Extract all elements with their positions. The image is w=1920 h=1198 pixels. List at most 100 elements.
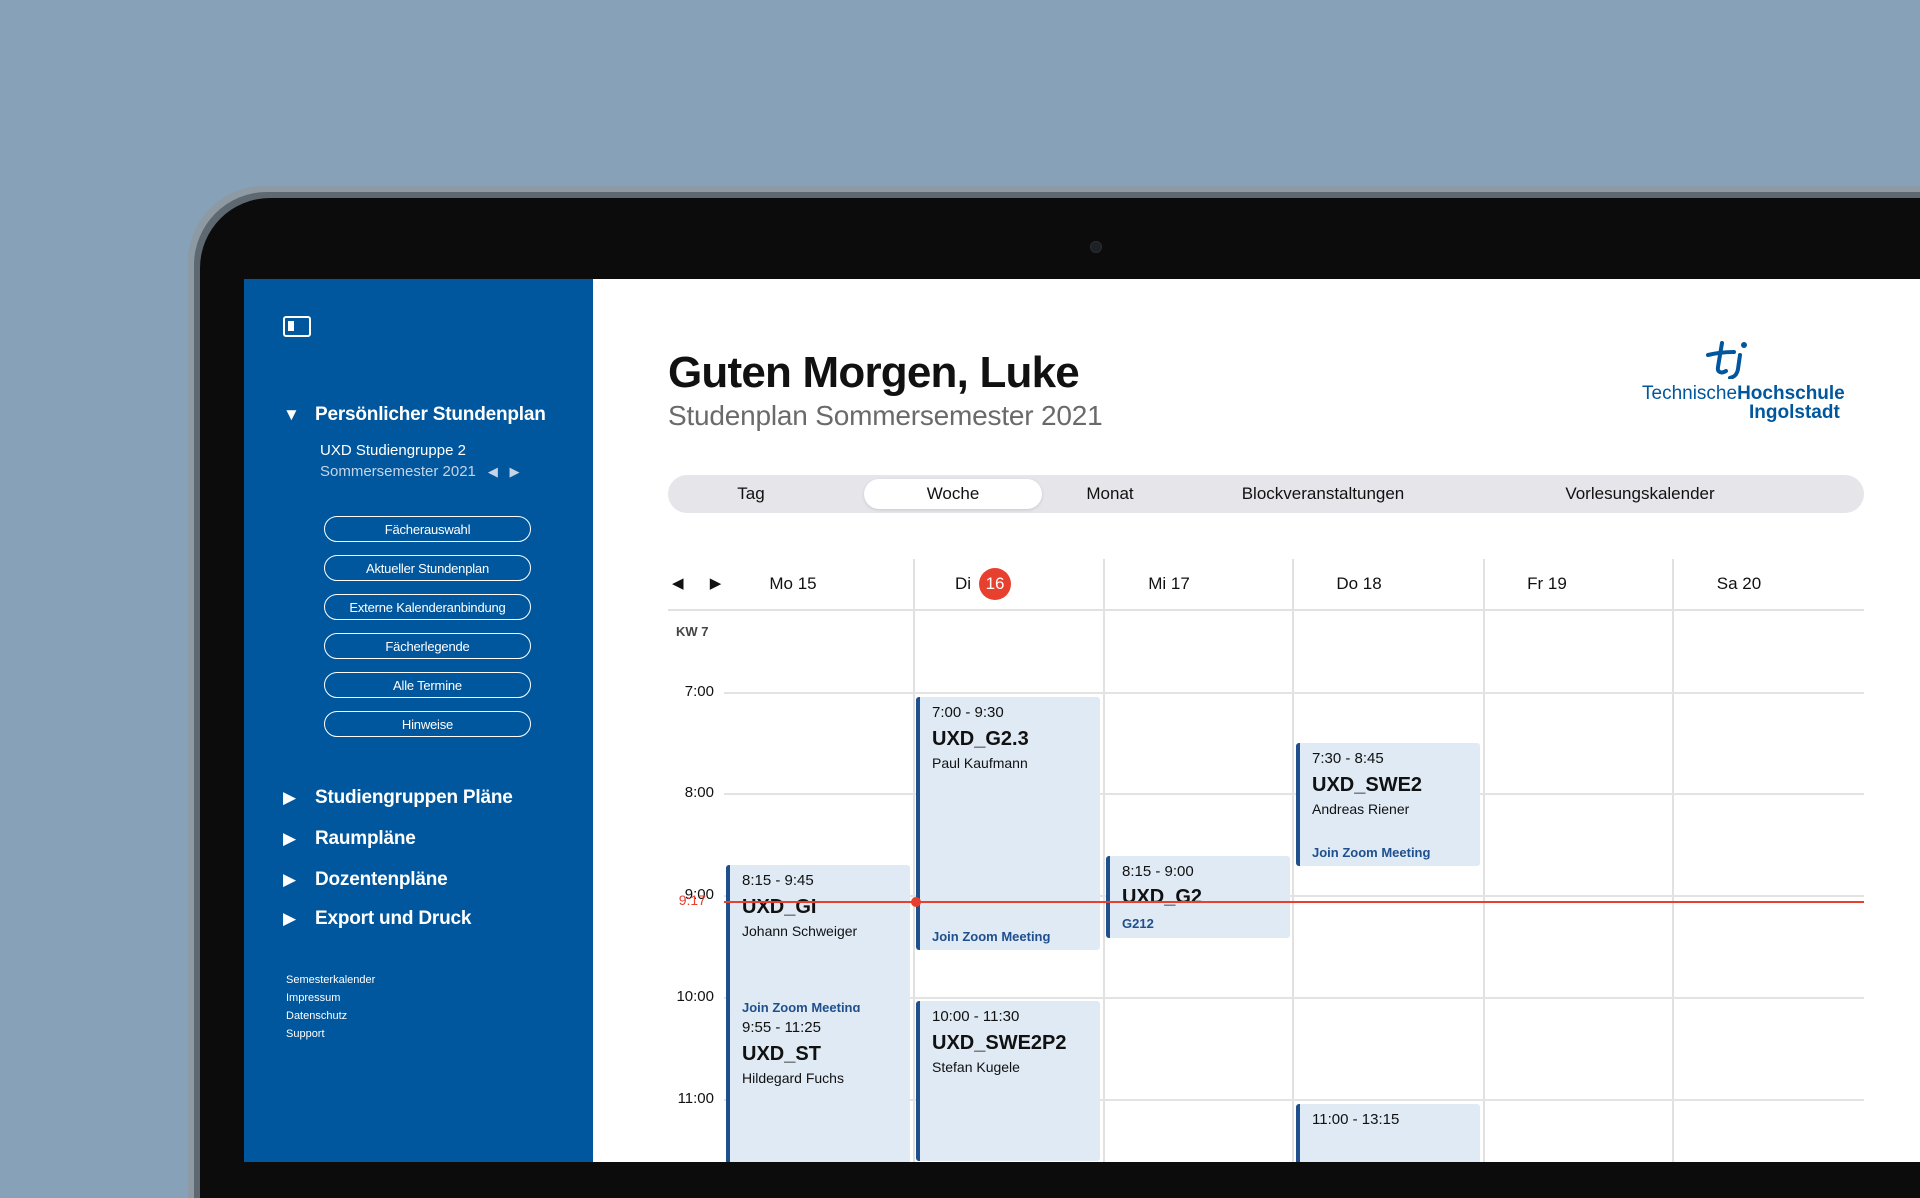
day-header-tue[interactable]: Di 16 <box>918 559 1048 609</box>
today-badge: 16 <box>979 568 1012 600</box>
tab-week[interactable]: Woche <box>864 479 1042 509</box>
semester-label: Sommersemester 2021 <box>320 463 476 480</box>
current-time-label: 9:17 <box>678 892 706 908</box>
event-lecturer: Hildegard Fuchs <box>742 1070 844 1086</box>
event-thursday-late[interactable]: 11:00 - 13:15 <box>1296 1104 1480 1162</box>
university-logo: TechnischeHochschule Ingolstadt <box>1642 339 1872 429</box>
hour-label: 10:00 <box>676 988 714 1005</box>
day-header-thu[interactable]: Do 18 <box>1294 559 1424 609</box>
tab-block-events[interactable]: Blockveranstaltungen <box>1223 475 1423 513</box>
logo-word-technische: Technische <box>1642 383 1738 404</box>
chevron-right-icon: ▶ <box>283 909 296 928</box>
logo-text-line1: TechnischeHochschule <box>1642 384 1845 403</box>
day-header-fri[interactable]: Fr 19 <box>1482 559 1612 609</box>
app-screen: ▼ Persönlicher Stundenplan UXD Studiengr… <box>244 279 1920 1162</box>
footer-links: Semesterkalender Impressum Datenschutz S… <box>286 971 375 1043</box>
event-uxd-g2[interactable]: 8:15 - 9:00 UXD_G2 G212 <box>1106 856 1290 938</box>
tab-day[interactable]: Tag <box>668 475 834 513</box>
event-uxd-swe2p2-2[interactable]: 10:00 - 11:30 UXD_SWE2P2 Stefan Kugele <box>916 1001 1100 1161</box>
semester-selector: Sommersemester 2021 ◀ ▶ <box>320 463 524 480</box>
chevron-right-icon: ▶ <box>283 829 296 848</box>
day-separator <box>1483 559 1485 1162</box>
event-title: UXD_G2 <box>1122 886 1203 908</box>
nav-export-print[interactable]: ▶ Export und Druck <box>283 908 471 930</box>
event-time: 7:00 - 9:30 <box>932 704 1004 721</box>
logo-word-hochschule: Hochschule <box>1737 383 1845 404</box>
nav-label: Studiengruppen Pläne <box>315 787 513 808</box>
event-lecturer: Stefan Kugele <box>932 1059 1020 1075</box>
tab-month[interactable]: Monat <box>1048 475 1172 513</box>
all-dates-button[interactable]: Alle Termine <box>324 672 531 698</box>
event-uxd-gi[interactable]: 8:15 - 9:45 UXD_GI Johann Schweiger Join… <box>726 865 910 1021</box>
thi-logo-icon <box>1706 341 1747 379</box>
chevron-right-icon: ▶ <box>283 788 296 807</box>
week-number: KW 7 <box>676 624 709 639</box>
week-nav-arrows-icon[interactable]: ◀ ▶ <box>672 574 732 592</box>
study-group-label: UXD Studiengruppe 2 <box>320 442 466 459</box>
event-time: 10:00 - 11:30 <box>932 1008 1020 1025</box>
event-time: 7:30 - 8:45 <box>1312 750 1384 767</box>
subject-legend-button[interactable]: Fächerlegende <box>324 633 531 659</box>
semester-arrows-icon[interactable]: ◀ ▶ <box>488 464 524 479</box>
page-subtitle: Studenplan Sommersemester 2021 <box>668 400 1103 431</box>
current-time-dot <box>911 897 921 907</box>
current-time-line <box>724 901 1864 903</box>
hour-label: 8:00 <box>684 784 714 801</box>
day-separator <box>913 559 915 1162</box>
tab-lecture-calendar[interactable]: Vorlesungskalender <box>1508 475 1772 513</box>
event-uxd-st-2[interactable]: 9:55 - 11:25 UXD_ST Hildegard Fuchs <box>726 1012 910 1162</box>
sidebar-toggle-icon[interactable] <box>283 316 311 337</box>
subject-selection-button[interactable]: Fächerauswahl <box>324 516 531 542</box>
day-header-sat[interactable]: Sa 20 <box>1674 559 1804 609</box>
join-zoom-link[interactable]: Join Zoom Meeting <box>932 929 1050 944</box>
day-separator <box>1672 559 1674 1162</box>
day-separator <box>1103 559 1105 1162</box>
sidebar: ▼ Persönlicher Stundenplan UXD Studiengr… <box>244 279 593 1162</box>
day-separator <box>1292 559 1294 1162</box>
event-title: UXD_SWE2 <box>1312 774 1423 796</box>
day-label: Di <box>954 574 972 593</box>
footer-link-imprint[interactable]: Impressum <box>286 989 375 1007</box>
footer-link-semester-calendar[interactable]: Semesterkalender <box>286 971 375 989</box>
event-title: UXD_G2.3 <box>932 728 1029 750</box>
notes-button[interactable]: Hinweise <box>324 711 531 737</box>
event-lecturer: Andreas Riener <box>1312 801 1410 817</box>
event-title: UXD_SWE2P2 <box>932 1032 1067 1054</box>
event-lecturer: Johann Schweiger <box>742 923 858 939</box>
page-title: Guten Morgen, Luke <box>668 348 1080 397</box>
current-schedule-button[interactable]: Aktueller Stundenplan <box>324 555 531 581</box>
event-uxd-g2-3[interactable]: 7:00 - 9:30 UXD_G2.3 Paul Kaufmann Join … <box>916 697 1100 950</box>
external-calendar-button[interactable]: Externe Kalenderanbindung <box>324 594 531 620</box>
join-zoom-link[interactable]: Join Zoom Meeting <box>1312 845 1430 860</box>
nav-group-plans[interactable]: ▶ Studiengruppen Pläne <box>283 787 513 809</box>
header-divider <box>668 609 1864 611</box>
event-room: G212 <box>1122 916 1154 931</box>
nav-personal-schedule[interactable]: ▼ Persönlicher Stundenplan <box>283 404 546 426</box>
nav-label: Persönlicher Stundenplan <box>315 404 546 425</box>
chevron-right-icon: ▶ <box>283 870 296 889</box>
event-title: UXD_ST <box>742 1043 821 1065</box>
footer-link-support[interactable]: Support <box>286 1025 375 1043</box>
nav-room-plans[interactable]: ▶ Raumpläne <box>283 828 416 850</box>
event-title: UXD_GI <box>742 896 817 918</box>
camera-icon <box>1090 241 1102 253</box>
event-uxd-swe2[interactable]: 7:30 - 8:45 UXD_SWE2 Andreas Riener Join… <box>1296 743 1480 866</box>
event-time: 11:00 - 13:15 <box>1312 1111 1400 1128</box>
nav-label: Dozentenpläne <box>315 869 448 890</box>
hour-line <box>724 692 1864 694</box>
day-header-wed[interactable]: Mi 17 <box>1104 559 1234 609</box>
nav-lecturer-plans[interactable]: ▶ Dozentenpläne <box>283 869 448 891</box>
view-switcher: Tag Woche Monat Blockveranstaltungen Vor… <box>668 475 1864 513</box>
event-time: 9:55 - 11:25 <box>742 1019 821 1036</box>
footer-link-privacy[interactable]: Datenschutz <box>286 1007 375 1025</box>
nav-label: Raumpläne <box>315 828 416 849</box>
chevron-down-icon: ▼ <box>283 405 300 424</box>
logo-word-ingolstadt: Ingolstadt <box>1749 402 1840 423</box>
week-calendar: ◀ ▶ Mo 15 Di 16 Mi 17 Do 18 Fr 19 Sa 20 … <box>668 559 1868 1162</box>
event-lecturer: Paul Kaufmann <box>932 755 1028 771</box>
day-header-mon[interactable]: Mo 15 <box>728 559 858 609</box>
hour-label: 11:00 <box>677 1090 714 1107</box>
event-time: 8:15 - 9:45 <box>742 872 814 889</box>
hour-line <box>724 793 1864 795</box>
hour-label: 7:00 <box>684 683 714 700</box>
